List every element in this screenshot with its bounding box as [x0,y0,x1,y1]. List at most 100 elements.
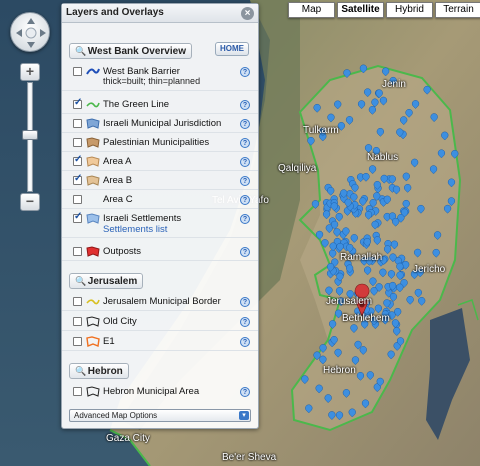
help-icon[interactable]: ? [240,195,250,205]
layer-row-barrier[interactable]: West Bank Barrier thick=built; thin=plan… [62,63,258,91]
e1-checkbox[interactable] [73,337,82,346]
home-button[interactable]: HOME [215,42,249,56]
zoom-in-button[interactable]: + [20,63,40,81]
layer-row-hebron-municipal[interactable]: Hebron Municipal Area ? [62,383,258,401]
panel-header: Layers and Overlays × [62,4,258,23]
map-screen: { "map_type": { "buttons": [ {"label": "… [0,0,480,466]
layer-row-area-a[interactable]: Area A ? [62,153,258,171]
map-type-satellite-button[interactable]: Satellite [337,2,384,18]
help-icon[interactable]: ? [240,317,250,327]
old-city-label: Old City [103,316,137,327]
settlements-label: Israeli Settlements [103,213,182,224]
green-line-checkbox[interactable] [73,97,82,109]
map-type-map-button[interactable]: Map [288,2,335,18]
pan-arrows-icon [16,18,46,48]
chevron-down-icon: ▾ [239,411,249,420]
layer-row-e1[interactable]: E1 ? [62,333,258,351]
help-icon[interactable]: ? [240,247,250,257]
barrier-checkbox[interactable] [73,67,82,76]
jerusalem-border-label: Jerusalem Municipal Border [103,296,221,307]
layer-row-israeli-jurisdiction[interactable]: Israeli Municipal Jurisdiction ? [62,115,258,133]
outposts-checkbox[interactable] [73,247,82,256]
place-ramallah: Ramallah [340,252,383,263]
old-city-outline-icon [86,316,100,327]
hebron-section-label: Hebron [87,366,123,377]
jerusalem-border-line-icon [86,299,100,305]
area-a-swatch-icon [86,156,100,167]
barrier-sublabel: thick=built; thin=planned [103,76,201,86]
place-hebron: Hebron [323,365,356,376]
map-type-selector: Map Satellite Hybrid Terrain [286,2,480,18]
zoom-out-button[interactable]: − [20,193,40,211]
place-jenin: Jenin [382,79,406,90]
layer-row-settlements[interactable]: Israeli Settlements Settlements list ? [62,210,258,238]
hebron-municipal-label: Hebron Municipal Area [103,386,200,397]
layer-row-area-b[interactable]: Area B ? [62,172,258,190]
place-jericho: Jericho [413,264,446,275]
place-qalqiliya: Qalqiliya [278,163,317,174]
area-c-checkbox[interactable] [73,195,82,204]
advanced-map-options-select[interactable]: Advanced Map Options ▾ [69,409,251,422]
search-icon: 🔍 [75,46,87,56]
green-line-icon [86,102,100,108]
west-bank-overview-button[interactable]: 🔍 West Bank Overview [69,43,192,59]
advanced-map-options-label: Advanced Map Options [74,411,158,420]
help-icon[interactable]: ? [240,387,250,397]
e1-outline-icon [86,336,100,347]
help-icon[interactable]: ? [240,214,250,224]
hebron-municipal-checkbox[interactable] [73,387,82,396]
settlements-list-link[interactable]: Settlements list [103,224,167,235]
map-type-hybrid-button[interactable]: Hybrid [386,2,433,18]
palestinian-municipalities-swatch-icon [86,137,100,148]
panel-title: Layers and Overlays [66,7,164,18]
hebron-section-button[interactable]: 🔍 Hebron [69,363,129,379]
pan-control[interactable] [10,12,50,52]
area-a-checkbox[interactable] [73,154,82,166]
layer-row-jerusalem-border[interactable]: Jerusalem Municipal Border ? [62,293,258,311]
jerusalem-section-button[interactable]: 🔍 Jerusalem [69,273,144,289]
help-icon[interactable]: ? [240,119,250,129]
area-b-checkbox[interactable] [73,173,82,185]
layer-row-area-c[interactable]: Area C ? [62,191,258,209]
e1-label: E1 [103,336,115,347]
layer-row-green-line[interactable]: The Green Line ? [62,96,258,114]
help-icon[interactable]: ? [240,100,250,110]
palestinian-municipalities-checkbox[interactable] [73,138,82,147]
close-icon[interactable]: × [241,7,254,20]
west-bank-overview-label: West Bank Overview [87,46,186,57]
place-beer-sheva: Be'er Sheva [222,452,277,463]
palestinian-municipalities-label: Palestinian Municipalities [103,137,210,148]
area-a-label: Area A [103,156,132,167]
area-c-label: Area C [103,194,133,205]
help-icon[interactable]: ? [240,138,250,148]
layer-row-outposts[interactable]: Outposts ? [62,243,258,261]
help-icon[interactable]: ? [240,67,250,77]
place-jerusalem: Jerusalem [326,296,373,307]
search-icon: 🔍 [75,366,87,376]
layer-row-palestinian-municipalities[interactable]: Palestinian Municipalities ? [62,134,258,152]
zoom-slider-thumb[interactable] [22,130,38,140]
help-icon[interactable]: ? [240,157,250,167]
israeli-jurisdiction-swatch-icon [86,118,100,129]
jerusalem-section-label: Jerusalem [87,276,138,287]
layer-row-old-city[interactable]: Old City ? [62,313,258,331]
help-icon[interactable]: ? [240,337,250,347]
outposts-label: Outposts [103,246,142,257]
place-bethlehem: Bethlehem [342,313,390,324]
jerusalem-border-checkbox[interactable] [73,297,82,306]
old-city-checkbox[interactable] [73,317,82,326]
place-nablus: Nablus [367,152,399,163]
search-icon: 🔍 [75,276,87,286]
area-b-swatch-icon [86,175,100,186]
israeli-jurisdiction-checkbox[interactable] [73,119,82,128]
green-line-label: The Green Line [103,99,170,110]
area-b-label: Area B [103,175,133,186]
israeli-jurisdiction-label: Israeli Municipal Jurisdiction [103,118,222,129]
settlements-swatch-icon [86,213,100,224]
map-type-terrain-button[interactable]: Terrain [435,2,480,18]
help-icon[interactable]: ? [240,297,250,307]
barrier-line-icon [86,68,100,75]
settlements-checkbox[interactable] [73,211,82,223]
help-icon[interactable]: ? [240,176,250,186]
layers-panel: Layers and Overlays × 🔍 West Bank Overvi… [61,3,259,429]
